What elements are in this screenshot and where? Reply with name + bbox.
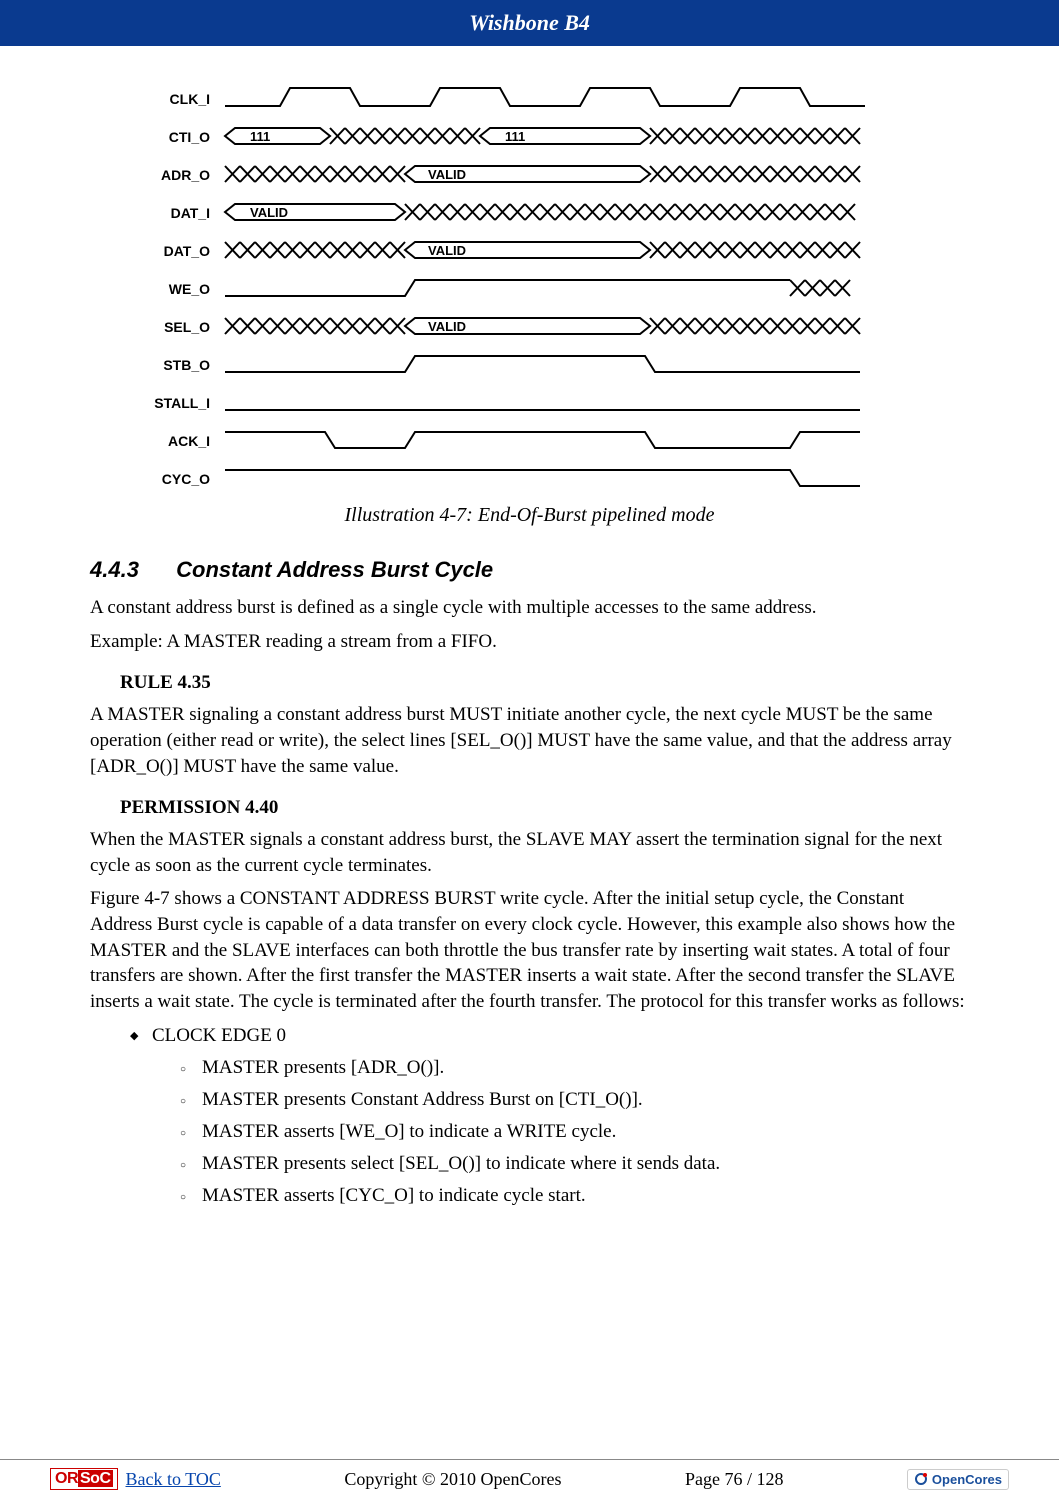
stb-o-wave	[225, 356, 860, 372]
signal-label: ACK_I	[167, 433, 209, 449]
signal-label: STB_O	[163, 357, 210, 373]
orsoc-logo: ORSoC	[50, 1468, 118, 1490]
page-footer: ORSoC Back to TOC Copyright © 2010 OpenC…	[0, 1459, 1059, 1490]
dat-i-wave: VALID	[225, 204, 855, 220]
signal-label: CTI_O	[168, 129, 209, 145]
dat-o-wave: VALID	[225, 242, 860, 258]
copyright-text: Copyright © 2010 OpenCores	[344, 1469, 561, 1490]
adr-o-wave: VALID	[225, 166, 860, 182]
signal-label: STALL_I	[154, 395, 210, 411]
permission-heading: PERMISSION 4.40	[120, 797, 969, 819]
list-item: MASTER presents select [SEL_O()] to indi…	[180, 1153, 969, 1175]
paragraph: Example: A MASTER reading a stream from …	[90, 629, 969, 655]
permission-body: When the MASTER signals a constant addre…	[90, 827, 969, 878]
svg-text:VALID: VALID	[250, 205, 288, 220]
list-item: MASTER asserts [WE_O] to indicate a WRIT…	[180, 1121, 969, 1143]
page-number: Page 76 / 128	[685, 1469, 784, 1490]
header-title: Wishbone B4	[469, 10, 590, 35]
section-heading: 4.4.3 Constant Address Burst Cycle	[90, 557, 969, 583]
section-number: 4.4.3	[90, 557, 170, 583]
signal-label: CLK_I	[169, 91, 209, 107]
signal-label: CYC_O	[161, 471, 209, 487]
section-title: Constant Address Burst Cycle	[176, 557, 493, 582]
cti-o-wave: 111 111	[225, 128, 860, 144]
sub-list: MASTER presents [ADR_O()]. MASTER presen…	[180, 1057, 969, 1207]
svg-text:111: 111	[250, 129, 270, 144]
signal-label: ADR_O	[160, 167, 209, 183]
list-item: MASTER presents Constant Address Burst o…	[180, 1089, 969, 1111]
bullet-list: CLOCK EDGE 0 MASTER presents [ADR_O()]. …	[130, 1025, 969, 1207]
signal-label: SEL_O	[164, 319, 210, 335]
paragraph: Figure 4-7 shows a CONSTANT ADDRESS BURS…	[90, 886, 969, 1014]
ack-i-wave	[225, 432, 860, 448]
we-o-wave	[225, 280, 850, 296]
list-item: MASTER asserts [CYC_O] to indicate cycle…	[180, 1185, 969, 1207]
list-item: CLOCK EDGE 0 MASTER presents [ADR_O()]. …	[130, 1025, 969, 1207]
signal-label: WE_O	[168, 281, 209, 297]
paragraph: A constant address burst is defined as a…	[90, 595, 969, 621]
signal-label: DAT_I	[170, 205, 209, 221]
rule-heading: RULE 4.35	[120, 672, 969, 694]
svg-text:111: 111	[505, 129, 525, 144]
sel-o-wave: VALID	[225, 318, 860, 334]
opencores-logo: OpenCores	[907, 1469, 1009, 1490]
signal-label: DAT_O	[163, 243, 210, 259]
page-header: Wishbone B4	[0, 0, 1059, 46]
cyc-o-wave	[225, 470, 860, 486]
diagram-caption: Illustration 4-7: End-Of-Burst pipelined…	[90, 504, 969, 527]
back-to-toc-link[interactable]: Back to TOC	[126, 1469, 221, 1490]
rule-body: A MASTER signaling a constant address bu…	[90, 702, 969, 779]
page-content: CLK_I CTI_O ADR_O DAT_I DAT_O WE_O SEL_O…	[0, 46, 1059, 1277]
svg-text:VALID: VALID	[428, 243, 466, 258]
timing-diagram: CLK_I CTI_O ADR_O DAT_I DAT_O WE_O SEL_O…	[150, 76, 910, 496]
list-item: MASTER presents [ADR_O()].	[180, 1057, 969, 1079]
svg-text:VALID: VALID	[428, 167, 466, 182]
svg-text:VALID: VALID	[428, 319, 466, 334]
